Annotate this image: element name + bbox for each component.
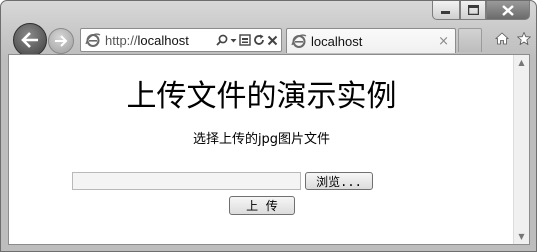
scroll-down-icon[interactable]: ▼ — [514, 229, 529, 244]
dropdown-icon[interactable] — [230, 34, 237, 46]
window-caption-buttons — [432, 1, 530, 21]
page-viewport: 上传文件的演示实例 选择上传的jpg图片文件 浏览... 上 传 ▲ ▼ — [8, 54, 530, 245]
search-icon[interactable] — [216, 34, 228, 46]
browse-button[interactable]: 浏览... — [305, 172, 373, 190]
maximize-icon — [467, 5, 479, 15]
forward-arrow-icon — [55, 35, 68, 47]
scroll-up-icon[interactable]: ▲ — [514, 55, 529, 70]
file-path-input[interactable] — [72, 172, 301, 190]
refresh-icon[interactable] — [253, 34, 265, 46]
maximize-button[interactable] — [460, 1, 486, 20]
star-icon[interactable] — [517, 32, 531, 45]
home-icon[interactable] — [495, 32, 509, 45]
tab-title: localhost — [311, 33, 363, 49]
compatibility-icon[interactable] — [239, 34, 251, 46]
url-scheme: http:// — [105, 32, 138, 48]
back-button[interactable] — [13, 23, 47, 57]
forward-button[interactable] — [48, 28, 74, 54]
ie-page-icon — [85, 33, 101, 47]
url-host: localhost — [137, 32, 189, 48]
upload-button[interactable]: 上 传 — [229, 196, 295, 215]
ie-tab-icon — [291, 34, 307, 48]
page-content: 上传文件的演示实例 选择上传的jpg图片文件 浏览... 上 传 — [9, 55, 514, 244]
browser-window: http://localhost localhost × 上传文件的演示实例 选… — [0, 0, 537, 252]
address-bar[interactable]: http://localhost — [80, 28, 282, 52]
minimize-icon — [441, 11, 450, 14]
new-tab-button[interactable] — [458, 28, 482, 52]
vertical-scrollbar[interactable]: ▲ ▼ — [513, 55, 529, 244]
close-window-button[interactable] — [486, 1, 530, 20]
minimize-button[interactable] — [432, 1, 460, 20]
page-title: 上传文件的演示实例 — [126, 79, 397, 114]
tab-localhost[interactable]: localhost × — [286, 28, 456, 53]
tab-close-icon[interactable]: × — [438, 34, 449, 49]
back-arrow-icon — [21, 32, 38, 48]
upload-instruction: 选择上传的jpg图片文件 — [192, 132, 331, 147]
stop-icon[interactable] — [267, 35, 278, 46]
address-bar-tools — [216, 34, 281, 46]
close-icon — [502, 4, 514, 16]
